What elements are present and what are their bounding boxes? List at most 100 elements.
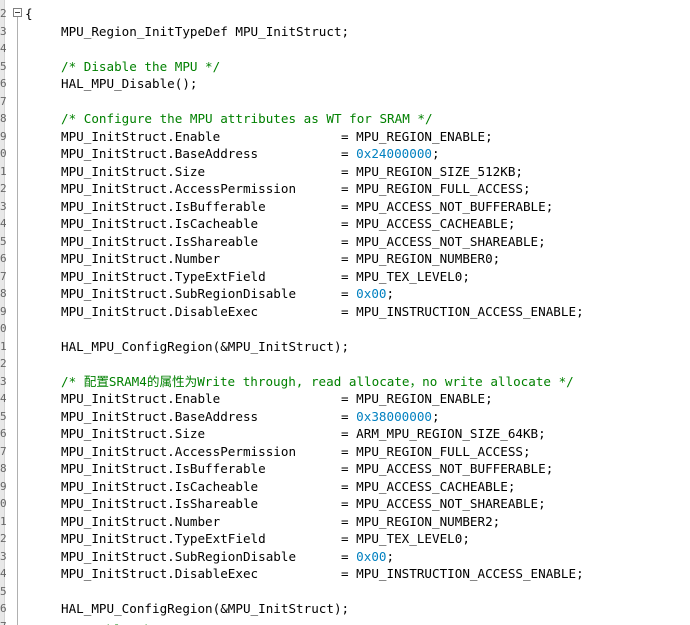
line-number: 1 [0, 514, 6, 528]
code-line[interactable]: 5 /* Disable the MPU */ [0, 58, 690, 76]
assignment-statement: MPU_InitStruct.SubRegionDisable = 0x00; [25, 285, 394, 303]
assign-operator: = [341, 233, 357, 249]
line-number: 9 [0, 304, 6, 318]
field-value: MPU_REGION_FULL_ACCESS [356, 443, 523, 459]
code-comment-partial: /* Enable the MPU */ [25, 622, 213, 625]
code-line[interactable]: 7 [0, 93, 690, 111]
semicolon: ; [507, 216, 516, 231]
semicolon: ; [507, 478, 516, 494]
field-value: MPU_REGION_FULL_ACCESS [356, 181, 523, 196]
struct-field: MPU_InitStruct.Number [61, 251, 221, 266]
code-line[interactable]: 2{ [0, 5, 690, 23]
code-line[interactable]: 4 MPU_InitStruct.DisableExec = MPU_INSTRUC… [0, 565, 690, 583]
semicolon: ; [522, 181, 531, 196]
code-line[interactable]: 6 HAL_MPU_ConfigRegion(&MPU_InitStruct); [0, 600, 690, 618]
semicolon: ; [386, 286, 395, 301]
code-line[interactable]: 7 MPU_InitStruct.AccessPermission = MPU_RE… [0, 443, 690, 461]
code-editor[interactable]: 2{3 MPU_Region_InitTypeDef MPU_InitStruct… [0, 0, 690, 625]
assign-operator: = [341, 566, 357, 581]
code-line[interactable]: 5 MPU_InitStruct.BaseAddress = 0x38000000; [0, 408, 690, 426]
assignment-statement: MPU_InitStruct.TypeExtField = MPU_TEX_LEV… [25, 530, 470, 548]
assignment-statement: MPU_InitStruct.IsShareable = MPU_ACCESS_N… [25, 495, 546, 513]
code-line[interactable]: 7 MPU_InitStruct.TypeExtField = MPU_TEX_LE… [0, 268, 690, 286]
line-number: 4 [0, 217, 6, 230]
code-line[interactable]: 1 MPU_InitStruct.Size = MPU_REGION_SIZE_51… [0, 163, 690, 181]
code-line[interactable]: 5 [0, 583, 690, 601]
code-line[interactable]: 8 MPU_InitStruct.SubRegionDisable = 0x00; [0, 285, 690, 303]
struct-field: MPU_InitStruct.IsCacheable [61, 478, 259, 494]
code-line[interactable]: 3 MPU_InitStruct.IsBufferable = MPU_ACCESS… [0, 198, 690, 216]
assign-operator: = [341, 146, 357, 161]
code-line[interactable]: 8 /* Configure the MPU attributes as WT f… [0, 110, 690, 128]
code-line[interactable]: 1 HAL_MPU_ConfigRegion(&MPU_InitStruct); [0, 338, 690, 356]
struct-field: MPU_InitStruct.Enable [61, 391, 221, 406]
line-number: 7 [0, 618, 6, 625]
semicolon: ; [492, 251, 501, 266]
code-line[interactable]: 9 MPU_InitStruct.IsCacheable = MPU_ACCESS_… [0, 478, 690, 496]
struct-field: MPU_InitStruct.SubRegionDisable [61, 548, 297, 564]
assign-operator: = [341, 478, 357, 494]
line-number: 7 [0, 269, 6, 283]
code-line[interactable]: 2 [0, 355, 690, 373]
code-line[interactable]: 9 MPU_InitStruct.Enable = MPU_REGION_ENABL… [0, 128, 690, 146]
code-line[interactable]: 3 MPU_Region_InitTypeDef MPU_InitStruct; [0, 23, 690, 41]
code-line[interactable]: 3 /* 配置SRAM4的属性为Write through, read alloc… [0, 373, 690, 391]
hex-literal: 0x00 [356, 286, 387, 301]
field-value: MPU_REGION_ENABLE [356, 128, 486, 144]
hex-literal: 0x38000000 [356, 408, 432, 424]
struct-field: MPU_InitStruct.Size [61, 426, 206, 441]
code-line[interactable]: 2 MPU_InitStruct.TypeExtField = MPU_TEX_LE… [0, 530, 690, 548]
code-area[interactable]: 2{3 MPU_Region_InitTypeDef MPU_InitStruct… [0, 5, 690, 625]
semicolon: ; [515, 163, 523, 179]
code-line[interactable]: 6 MPU_InitStruct.Number = MPU_REGION_NUMBE… [0, 250, 690, 268]
semicolon: ; [545, 198, 554, 214]
line-number: 5 [0, 234, 6, 248]
assignment-statement: MPU_InitStruct.Size = MPU_REGION_SIZE_512… [25, 163, 523, 181]
struct-field: MPU_InitStruct.Size [61, 163, 206, 179]
code-line-brace: { [25, 6, 33, 21]
line-number: 4 [0, 42, 6, 55]
semicolon: ; [462, 268, 470, 284]
line-number: 0 [0, 497, 6, 510]
assign-operator: = [341, 461, 357, 476]
line-number: 2 [0, 182, 6, 195]
code-line[interactable]: 3 MPU_InitStruct.SubRegionDisable = 0x00; [0, 548, 690, 566]
code-line[interactable]: 4 MPU_InitStruct.IsCacheable = MPU_ACCESS_… [0, 215, 690, 233]
assignment-statement: MPU_InitStruct.DisableExec = MPU_INSTRUCT… [25, 303, 584, 321]
assign-operator: = [341, 513, 357, 529]
code-line[interactable]: 9 MPU_InitStruct.DisableExec = MPU_INSTRUC… [0, 303, 690, 321]
struct-field: MPU_InitStruct.TypeExtField [61, 268, 266, 284]
line-number: 1 [0, 164, 6, 178]
assignment-statement: MPU_InitStruct.Number = MPU_REGION_NUMBER… [25, 513, 500, 531]
assignment-statement: MPU_InitStruct.TypeExtField = MPU_TEX_LEV… [25, 268, 470, 286]
field-value: ARM_MPU_REGION_SIZE_64KB [356, 426, 539, 441]
code-line[interactable]: 0 MPU_InitStruct.IsShareable = MPU_ACCESS_… [0, 495, 690, 513]
code-line[interactable]: 4 MPU_InitStruct.Enable = MPU_REGION_ENABL… [0, 390, 690, 408]
code-line[interactable]: 6 MPU_InitStruct.Size = ARM_MPU_REGION_SIZ… [0, 425, 690, 443]
line-number: 6 [0, 602, 6, 615]
assignment-statement: MPU_InitStruct.BaseAddress = 0x24000000; [25, 145, 440, 163]
code-line[interactable]: 8 MPU_InitStruct.IsBufferable = MPU_ACCESS… [0, 460, 690, 478]
code-line[interactable]: 2 MPU_InitStruct.AccessPermission = MPU_RE… [0, 180, 690, 198]
assignment-statement: MPU_InitStruct.IsShareable = MPU_ACCESS_N… [25, 233, 546, 251]
assign-operator: = [341, 181, 357, 196]
line-number: 6 [0, 77, 6, 90]
code-line[interactable]: 0 MPU_InitStruct.BaseAddress = 0x24000000; [0, 145, 690, 163]
field-value: MPU_TEX_LEVEL0 [356, 268, 463, 284]
semicolon: ; [386, 548, 395, 564]
assignment-statement: MPU_InitStruct.Enable = MPU_REGION_ENABLE… [25, 128, 493, 146]
code-line[interactable]: 4 [0, 40, 690, 58]
code-line[interactable]: 5 MPU_InitStruct.IsShareable = MPU_ACCESS_… [0, 233, 690, 251]
code-line[interactable]: 6 HAL_MPU_Disable(); [0, 75, 690, 93]
line-number: 2 [0, 7, 6, 20]
code-line[interactable]: 1 MPU_InitStruct.Number = MPU_REGION_NUMBE… [0, 513, 690, 531]
code-line[interactable]: 7 /* Enable the MPU */ [0, 618, 690, 625]
code-line-call: HAL_MPU_ConfigRegion(&MPU_InitStruct); [61, 601, 350, 616]
line-number: 3 [0, 374, 6, 388]
semicolon: ; [538, 496, 546, 511]
field-value: MPU_INSTRUCTION_ACCESS_ENABLE [356, 303, 577, 319]
line-number: 5 [0, 584, 6, 598]
code-line[interactable]: 0 [0, 320, 690, 338]
line-number: 1 [0, 339, 6, 353]
line-number: 3 [0, 549, 6, 563]
